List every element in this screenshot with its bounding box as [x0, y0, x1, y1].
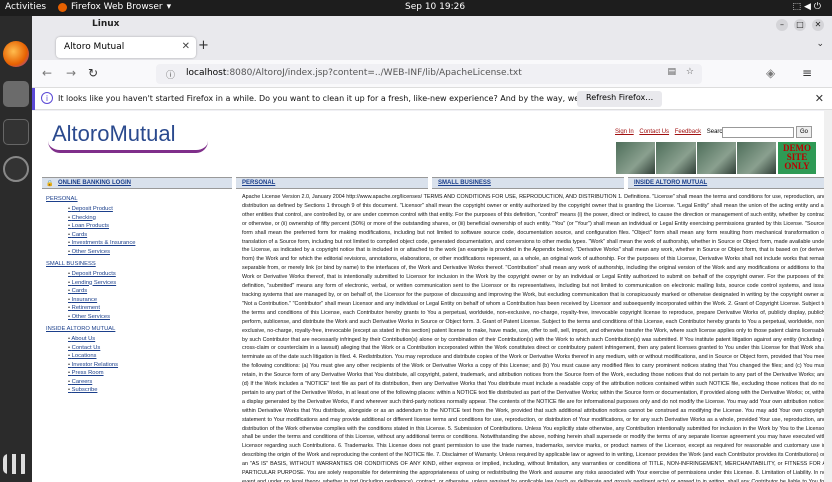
terminal-dock-icon[interactable] — [3, 119, 29, 145]
notification-accent — [32, 88, 35, 110]
sidebar-item[interactable]: Insurance — [68, 296, 232, 305]
menu-online-banking-login[interactable]: 🔒 ONLINE BANKING LOGIN — [42, 177, 232, 189]
go-button[interactable]: Go — [796, 126, 812, 138]
menu-icon[interactable]: ≡ — [802, 66, 812, 80]
sidebar-item[interactable]: Cards — [68, 287, 232, 296]
bookmark-star-icon[interactable]: ☆ — [686, 67, 694, 77]
sidebar-item[interactable]: Investments & Insurance — [68, 239, 232, 248]
feedback-link[interactable]: Feedback — [675, 129, 701, 135]
sidebar-item[interactable]: Press Room — [68, 369, 232, 378]
menu-inside-altoro[interactable]: INSIDE ALTORO MUTUAL — [628, 177, 824, 189]
tab-altoro[interactable]: Altoro Mutual ✕ — [56, 37, 196, 58]
search-input[interactable] — [722, 127, 794, 138]
app-grid-icon[interactable] — [3, 454, 29, 474]
sidebar-item[interactable]: About Us — [68, 335, 232, 344]
menu-personal[interactable]: PERSONAL — [236, 177, 428, 189]
logo-swoosh — [48, 141, 208, 153]
sidebar-item[interactable]: Subscribe — [68, 386, 232, 395]
sidebar-item[interactable]: Locations — [68, 352, 232, 361]
contact-us-link[interactable]: Contact Us — [639, 129, 669, 135]
sidebar-item[interactable]: Careers — [68, 378, 232, 387]
close-button[interactable]: ✕ — [812, 19, 824, 31]
sidebar-item[interactable]: Other Services — [68, 248, 232, 257]
tab-title: Altoro Mutual — [64, 42, 125, 52]
header-photo — [656, 142, 696, 174]
reload-button[interactable]: ↻ — [88, 66, 98, 80]
sign-in-link[interactable]: Sign In — [615, 129, 634, 135]
refresh-firefox-button[interactable]: Refresh Firefox… — [577, 91, 663, 107]
files-dock-icon[interactable] — [3, 81, 29, 107]
sidebar-item[interactable]: Checking — [68, 214, 232, 223]
power-icon: ⏻ — [813, 2, 824, 12]
site-header: AltoroMutual Sign In Contact Us Feedback… — [32, 111, 832, 177]
close-tab-icon[interactable]: ✕ — [182, 41, 190, 52]
refresh-notification: i It looks like you haven't started Fire… — [32, 88, 832, 110]
url-path: :8080/AltoroJ/index.jsp?content=../WEB-I… — [226, 68, 522, 78]
header-photo — [616, 142, 656, 174]
app-name: Firefox Web Browser — [71, 2, 163, 12]
sidebar: PERSONAL Deposit Product Checking Loan P… — [42, 191, 232, 482]
sidebar-item[interactable]: Contact Us — [68, 344, 232, 353]
sidebar-item[interactable]: Deposit Product — [68, 205, 232, 214]
pocket-icon[interactable]: ◈ — [766, 66, 775, 80]
url-host: localhost — [186, 68, 227, 78]
list-tabs-button[interactable]: ⌄ — [816, 39, 824, 49]
sidebar-section-inside-altoro[interactable]: INSIDE ALTORO MUTUAL — [46, 326, 232, 332]
firefox-icon — [58, 2, 67, 12]
volume-icon: ◀ — [803, 2, 814, 12]
page-scrollbar[interactable] — [824, 110, 832, 482]
help-dock-icon[interactable] — [3, 156, 29, 182]
back-button[interactable]: ← — [42, 66, 52, 80]
title-bar: Linux – □ ✕ — [32, 16, 832, 34]
system-tray[interactable]: ⬚◀⏻ — [792, 2, 824, 12]
activities-button[interactable]: Activities — [5, 2, 46, 12]
chevron-down-icon: ▾ — [166, 2, 172, 12]
notification-message: It looks like you haven't started Firefo… — [58, 94, 629, 103]
firefox-window: Linux – □ ✕ Altoro Mutual ✕ + ⌄ ← → ↻ ⓘ … — [32, 16, 832, 482]
top-links: Sign In Contact Us Feedback Search — [615, 129, 726, 135]
sidebar-item[interactable]: Other Services — [68, 313, 232, 322]
site-menu: 🔒 ONLINE BANKING LOGIN PERSONAL SMALL BU… — [32, 177, 832, 189]
tab-bar: Altoro Mutual ✕ + ⌄ — [32, 34, 832, 60]
info-icon: i — [41, 92, 53, 104]
sidebar-item[interactable]: Deposit Products — [68, 270, 232, 279]
sidebar-item[interactable]: Loan Products — [68, 222, 232, 231]
sidebar-section-small-business[interactable]: SMALL BUSINESS — [46, 261, 232, 267]
maximize-button[interactable]: □ — [794, 19, 806, 31]
navigation-bar: ← → ↻ ⓘ localhost:8080/AltoroJ/index.jsp… — [32, 60, 832, 88]
lock-icon: 🔒 — [46, 181, 54, 187]
sidebar-item[interactable]: Retirement — [68, 304, 232, 313]
header-photos — [616, 142, 776, 174]
sidebar-item[interactable]: Investor Relations — [68, 361, 232, 370]
clock[interactable]: Sep 10 19:26 — [405, 2, 465, 12]
new-tab-button[interactable]: + — [198, 38, 209, 53]
sidebar-item[interactable]: Cards — [68, 231, 232, 240]
sidebar-item[interactable]: Lending Services — [68, 279, 232, 288]
url-bar[interactable]: ⓘ localhost:8080/AltoroJ/index.jsp?conte… — [156, 64, 702, 84]
close-icon[interactable]: ✕ — [815, 92, 824, 105]
license-text: Apache License Version 2.0, January 2004… — [242, 194, 826, 482]
minimize-button[interactable]: – — [776, 19, 788, 31]
header-photo — [696, 142, 736, 174]
dock — [0, 16, 32, 482]
window-title: Linux — [92, 19, 120, 29]
app-menu[interactable]: Firefox Web Browser ▾ — [58, 2, 171, 12]
page-info-icon: ⓘ — [166, 71, 176, 81]
network-icon: ⬚ — [792, 2, 804, 12]
firefox-dock-icon[interactable] — [3, 41, 29, 67]
menu-small-business[interactable]: SMALL BUSINESS — [432, 177, 624, 189]
sidebar-section-personal[interactable]: PERSONAL — [46, 196, 232, 202]
system-top-bar: Activities Firefox Web Browser ▾ Sep 10 … — [0, 0, 832, 16]
forward-button[interactable]: → — [66, 66, 76, 80]
header-photo — [736, 142, 776, 174]
web-page: AltoroMutual Sign In Contact Us Feedback… — [32, 111, 832, 482]
demo-badge: DEMO SITE ONLY — [778, 142, 816, 174]
reader-view-icon[interactable]: ▤ — [667, 67, 676, 77]
